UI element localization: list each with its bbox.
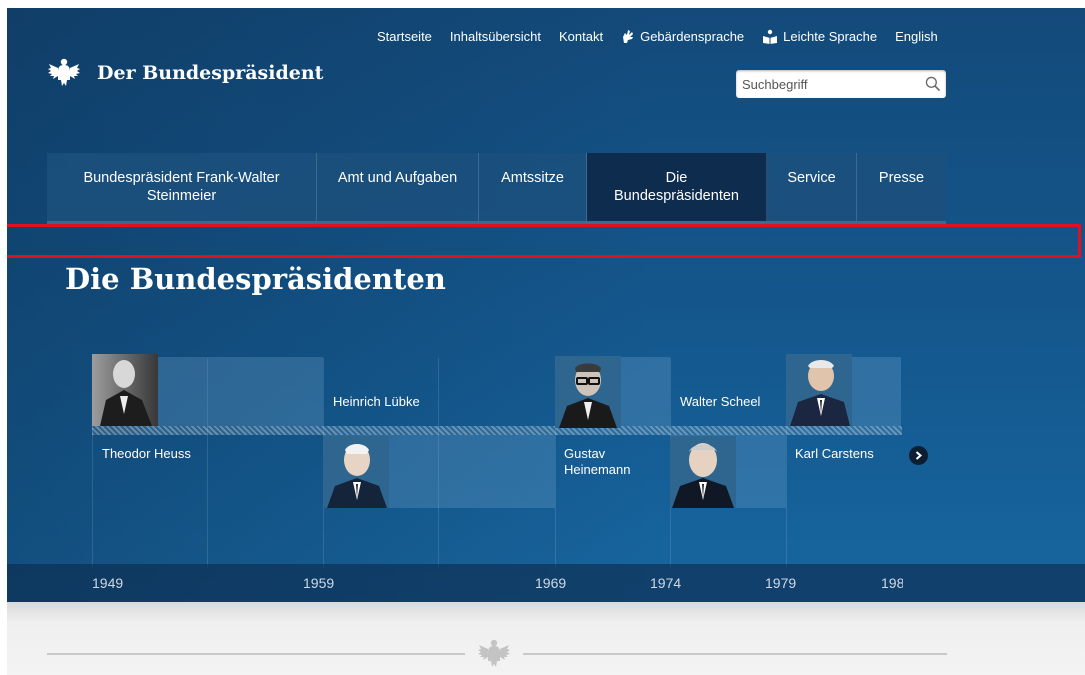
main-navigation: Bundespräsident Frank-Walter Steinmeier …	[47, 153, 946, 224]
page-title: Die Bundespräsidenten	[65, 262, 446, 296]
search-icon[interactable]	[924, 73, 942, 95]
timeline-track	[92, 426, 902, 435]
topnav-gebaerdensprache[interactable]: Gebärdensprache	[621, 29, 744, 44]
federal-eagle-icon	[48, 58, 80, 86]
search-box	[736, 70, 946, 98]
footer-divider	[523, 653, 947, 655]
site-logo[interactable]: Der Bundespräsident	[47, 56, 323, 90]
president-name-luebke[interactable]: Heinrich Lübke	[333, 394, 420, 410]
topnav-leichte-sprache[interactable]: Leichte Sprache	[762, 29, 877, 44]
year-label[interactable]: 1979	[765, 575, 796, 591]
portrait-luebke[interactable]	[323, 436, 389, 508]
portrait-heuss[interactable]	[92, 354, 158, 426]
president-name-heinemann[interactable]: Gustav Heinemann	[564, 446, 644, 478]
page-frame: Der Bundespräsident Startseite Inhaltsüb…	[7, 8, 1085, 675]
tab-label: Service	[787, 170, 836, 186]
portrait-carstens[interactable]	[786, 354, 852, 426]
year-label[interactable]: 1949	[92, 575, 123, 591]
service-navigation: Startseite Inhaltsübersicht Kontakt Gebä…	[377, 29, 956, 44]
portrait-heinemann[interactable]	[555, 356, 621, 428]
sign-language-icon	[623, 30, 634, 43]
president-name-scheel[interactable]: Walter Scheel	[680, 394, 760, 410]
tab-bundespraesident[interactable]: Bundespräsident Frank-Walter Steinmeier	[47, 153, 317, 221]
president-name-carstens[interactable]: Karl Carstens	[795, 446, 874, 462]
tab-label: Amt und Aufgaben	[337, 170, 458, 186]
federal-eagle-icon	[478, 639, 510, 667]
topnav-startseite[interactable]: Startseite	[377, 29, 432, 44]
site-name: Der Bundespräsident	[97, 62, 324, 84]
tab-label: Die Bundespräsidenten	[614, 170, 739, 204]
tab-label: Presse	[878, 170, 925, 186]
chevron-right-icon	[915, 451, 923, 460]
footer-divider	[47, 653, 465, 655]
tab-die-bundespraesidenten[interactable]: Die Bundespräsidenten	[587, 153, 767, 221]
timeline-next-button[interactable]	[909, 446, 928, 465]
tab-label: Bundespräsident Frank-Walter Steinmeier	[83, 170, 280, 204]
president-name-heuss[interactable]: Theodor Heuss	[102, 446, 191, 462]
topnav-label: Kontakt	[558, 29, 604, 44]
topnav-inhaltsuebersicht[interactable]: Inhaltsübersicht	[450, 29, 541, 44]
year-label[interactable]: 1969	[535, 575, 566, 591]
topnav-english[interactable]: English	[895, 29, 938, 44]
tab-amtssitze[interactable]: Amtssitze	[479, 153, 587, 221]
highlight-box	[7, 224, 1081, 258]
tab-presse[interactable]: Presse	[857, 153, 946, 221]
topnav-label: Startseite	[377, 29, 432, 44]
search-input[interactable]	[736, 71, 924, 97]
year-label[interactable]: 1974	[650, 575, 681, 591]
tab-service[interactable]: Service	[767, 153, 857, 221]
portrait-scheel[interactable]	[670, 436, 736, 508]
topnav-kontakt[interactable]: Kontakt	[559, 29, 603, 44]
topnav-label: Inhaltsübersicht	[449, 29, 541, 44]
tab-amt-und-aufgaben[interactable]: Amt und Aufgaben	[317, 153, 479, 221]
year-label[interactable]: 198	[881, 575, 903, 591]
topnav-label: Gebärdensprache	[640, 29, 745, 44]
footer	[7, 602, 1085, 675]
topnav-label: Leichte Sprache	[783, 29, 878, 44]
tab-label: Amtssitze	[501, 170, 564, 186]
easy-language-icon	[763, 29, 778, 44]
topnav-label: English	[895, 29, 938, 44]
year-label[interactable]: 1959	[303, 575, 334, 591]
